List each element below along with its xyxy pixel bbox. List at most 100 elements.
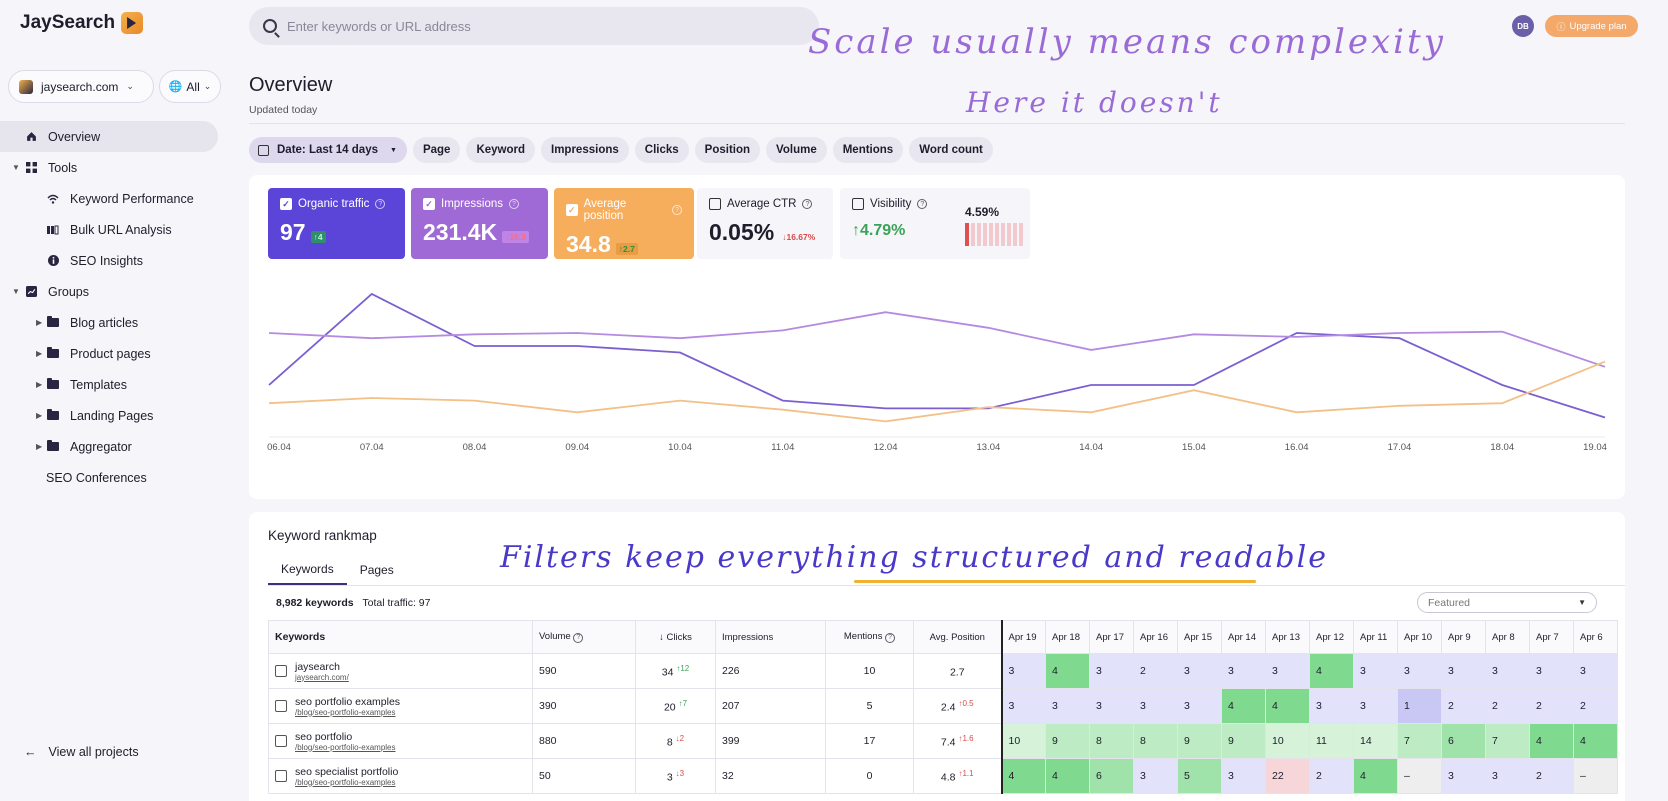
rank-heat-cell[interactable]: 7 xyxy=(1485,723,1530,759)
rank-heat-cell[interactable]: 2 xyxy=(1573,688,1618,724)
scope-selector[interactable]: 🌐 All ⌄ xyxy=(159,70,221,103)
help-icon[interactable]: ? xyxy=(573,632,584,643)
help-icon[interactable]: ? xyxy=(509,199,519,209)
rank-heat-cell[interactable]: 4 xyxy=(1221,688,1266,724)
rank-heat-cell[interactable]: 2 xyxy=(1309,758,1354,794)
sidebar-item-aggregator[interactable]: ▶ Aggregator xyxy=(0,431,226,462)
sort-select[interactable]: Featured ▼ xyxy=(1417,592,1597,613)
rank-heat-cell[interactable]: 2 xyxy=(1441,688,1486,724)
filter-page[interactable]: Page xyxy=(412,137,461,163)
sidebar-item-templates[interactable]: ▶ Templates xyxy=(0,369,226,400)
caret-down-icon[interactable]: ▼ xyxy=(12,163,20,172)
table-row[interactable]: jaysearch jaysearch.com/590 34 ↑12 226 10 2.7… xyxy=(268,653,1618,689)
date-column-header[interactable]: Apr 14 xyxy=(1221,620,1266,654)
rank-heat-cell[interactable]: 3 xyxy=(1221,758,1266,794)
keyword-text[interactable]: seo portfolio examples xyxy=(295,696,400,708)
row-checkbox[interactable] xyxy=(275,770,287,782)
tab-pages[interactable]: Pages xyxy=(347,555,407,585)
rank-heat-cell[interactable]: 3 xyxy=(1265,653,1310,689)
caret-right-icon[interactable]: ▶ xyxy=(36,349,42,358)
metric-average-ctr[interactable]: Average CTR? 0.05% ↓16.67% xyxy=(697,188,833,259)
date-column-header[interactable]: Apr 15 xyxy=(1177,620,1222,654)
rank-heat-cell[interactable]: 4 xyxy=(1353,758,1398,794)
rank-heat-cell[interactable]: 3 xyxy=(1000,653,1046,689)
caret-right-icon[interactable]: ▶ xyxy=(36,380,42,389)
rank-heat-cell[interactable]: 3 xyxy=(1441,653,1486,689)
sidebar-item-overview[interactable]: Overview xyxy=(0,121,218,152)
view-all-projects-link[interactable]: ← View all projects xyxy=(24,745,139,759)
keyword-text[interactable]: seo portfolio xyxy=(295,731,396,743)
rank-heat-cell[interactable]: 4 xyxy=(1000,758,1046,794)
rank-heat-cell[interactable]: 3 xyxy=(1485,653,1530,689)
sidebar-item-seo-conferences[interactable]: SEO Conferences xyxy=(0,462,226,493)
rank-heat-cell[interactable]: 14 xyxy=(1353,723,1398,759)
date-column-header[interactable]: Apr 7 xyxy=(1529,620,1574,654)
rank-heat-cell[interactable]: 3 xyxy=(1089,653,1134,689)
help-icon[interactable]: ? xyxy=(375,199,386,209)
sidebar-item-bulk-url-analysis[interactable]: Bulk URL Analysis xyxy=(0,214,226,245)
metric-average-position[interactable]: ✓ Average position? 34.8 ↑2.7 xyxy=(554,188,694,259)
column-header[interactable]: Volume ? xyxy=(532,620,636,654)
sidebar-item-landing-pages[interactable]: ▶ Landing Pages xyxy=(0,400,226,431)
rank-heat-cell[interactable]: 2 xyxy=(1529,688,1574,724)
keyword-text[interactable]: jaysearch xyxy=(295,661,349,673)
sidebar-item-groups[interactable]: ▼ Groups xyxy=(0,276,226,307)
help-icon[interactable]: ? xyxy=(672,205,682,215)
sidebar-item-seo-insights[interactable]: SEO Insights xyxy=(0,245,226,276)
sidebar-item-tools[interactable]: ▼ Tools xyxy=(0,152,226,183)
rank-heat-cell[interactable]: 3 xyxy=(1309,688,1354,724)
column-header[interactable]: ↓ Clicks xyxy=(635,620,716,654)
rank-heat-cell[interactable]: – xyxy=(1397,758,1442,794)
rank-heat-cell[interactable]: 3 xyxy=(1573,653,1618,689)
rank-heat-cell[interactable]: 4 xyxy=(1045,653,1090,689)
metric-impressions[interactable]: ✓ Impressions? 231.4K ↓16.3 xyxy=(411,188,548,259)
metric-visibility[interactable]: Visibility? ↑4.79% 4.59% xyxy=(840,188,1030,259)
rank-heat-cell[interactable]: 7 xyxy=(1397,723,1442,759)
rank-heat-cell[interactable]: 5 xyxy=(1177,758,1222,794)
help-icon[interactable]: ? xyxy=(917,199,928,209)
date-column-header[interactable]: Apr 17 xyxy=(1089,620,1134,654)
row-checkbox[interactable] xyxy=(275,700,287,712)
rank-heat-cell[interactable]: 6 xyxy=(1441,723,1486,759)
rank-heat-cell[interactable]: 3 xyxy=(1000,688,1046,724)
table-row[interactable]: seo portfolio/blog/seo-portfolio-example… xyxy=(268,723,1618,759)
caret-down-icon[interactable]: ▼ xyxy=(12,287,20,296)
rank-heat-cell[interactable]: 3 xyxy=(1441,758,1486,794)
rank-heat-cell[interactable]: 9 xyxy=(1177,723,1222,759)
filter-impressions[interactable]: Impressions xyxy=(541,137,629,163)
upgrade-plan-button[interactable]: ⓘ Upgrade plan xyxy=(1545,15,1638,37)
column-header[interactable]: Impressions xyxy=(715,620,826,654)
rank-heat-cell[interactable]: 3 xyxy=(1177,653,1222,689)
filter-volume[interactable]: Volume xyxy=(766,137,827,163)
rank-heat-cell[interactable]: 3 xyxy=(1353,688,1398,724)
rank-heat-cell[interactable]: – xyxy=(1573,758,1618,794)
filter-clicks[interactable]: Clicks xyxy=(634,137,689,163)
filter-word-count[interactable]: Word count xyxy=(909,137,993,163)
rank-heat-cell[interactable]: 3 xyxy=(1397,653,1442,689)
caret-right-icon[interactable]: ▶ xyxy=(36,411,42,420)
help-icon[interactable]: ? xyxy=(885,632,896,643)
rank-heat-cell[interactable]: 3 xyxy=(1089,688,1134,724)
keyword-text[interactable]: seo specialist portfolio xyxy=(295,766,398,778)
rank-heat-cell[interactable]: 11 xyxy=(1309,723,1354,759)
date-column-header[interactable]: Apr 16 xyxy=(1133,620,1178,654)
column-header[interactable]: Mentions ? xyxy=(825,620,914,654)
date-column-header[interactable]: Apr 11 xyxy=(1353,620,1398,654)
row-checkbox[interactable] xyxy=(275,665,287,677)
table-row[interactable]: seo specialist portfolio/blog/seo-portfo… xyxy=(268,758,1618,794)
keyword-url-link[interactable]: /blog/seo-portfolio-examples xyxy=(295,708,400,717)
tab-keywords[interactable]: Keywords xyxy=(268,555,347,585)
caret-right-icon[interactable]: ▶ xyxy=(36,318,42,327)
rank-heat-cell[interactable]: 3 xyxy=(1353,653,1398,689)
table-row[interactable]: seo portfolio examples/blog/seo-portfoli… xyxy=(268,688,1618,724)
checkbox-unchecked[interactable] xyxy=(852,198,864,210)
checkbox-checked[interactable]: ✓ xyxy=(280,198,292,210)
date-column-header[interactable]: Apr 8 xyxy=(1485,620,1530,654)
sidebar-item-product-pages[interactable]: ▶ Product pages xyxy=(0,338,226,369)
rank-heat-cell[interactable]: 4 xyxy=(1045,758,1090,794)
rank-heat-cell[interactable]: 4 xyxy=(1265,688,1310,724)
avatar[interactable]: DB xyxy=(1512,15,1534,37)
date-column-header[interactable]: Apr 19 xyxy=(1000,620,1046,654)
rank-heat-cell[interactable]: 4 xyxy=(1309,653,1354,689)
date-column-header[interactable]: Apr 6 xyxy=(1573,620,1618,654)
